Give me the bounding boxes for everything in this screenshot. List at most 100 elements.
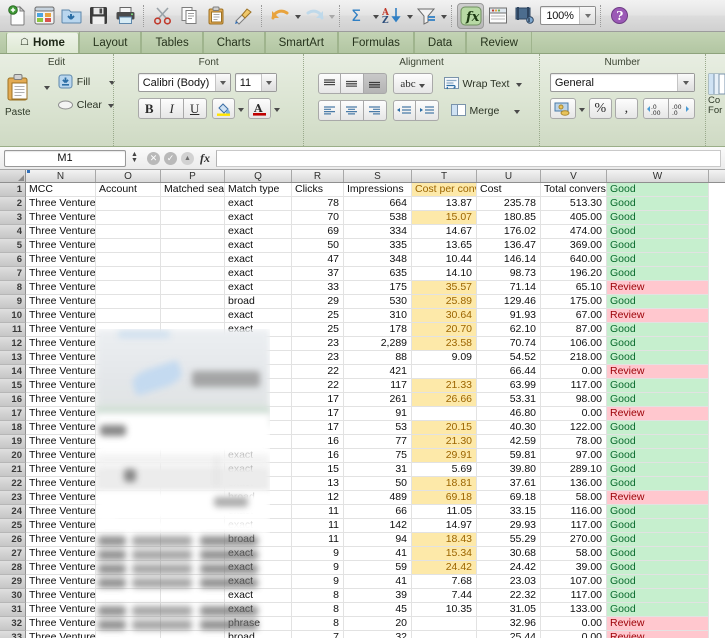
- cell-cost-per-conv[interactable]: 25.89: [412, 295, 477, 309]
- format-painter-icon[interactable]: [230, 3, 257, 29]
- wrap-text-button[interactable]: Wrap Text: [440, 74, 526, 93]
- cell-account[interactable]: [96, 253, 161, 267]
- row-header-7[interactable]: 7: [0, 267, 26, 281]
- cell-cost-per-conv[interactable]: 11.05: [412, 505, 477, 519]
- row-header-2[interactable]: 2: [0, 197, 26, 211]
- column-header-n[interactable]: N: [26, 170, 96, 182]
- cell-cost[interactable]: 42.59: [477, 435, 541, 449]
- cell-mcc[interactable]: Three Venture: [26, 463, 96, 477]
- cell-account[interactable]: [96, 295, 161, 309]
- cell-impressions[interactable]: 310: [344, 309, 412, 323]
- cell-cost-per-conv[interactable]: [412, 407, 477, 421]
- currency-dropdown-caret[interactable]: [578, 108, 585, 112]
- filter-dropdown-caret[interactable]: [441, 15, 447, 19]
- cell-total-conversions[interactable]: 513.30: [541, 197, 607, 211]
- open-icon[interactable]: [58, 3, 85, 29]
- cell-matched-search[interactable]: [161, 211, 225, 225]
- cell-total-conversions[interactable]: 78.00: [541, 435, 607, 449]
- cell-clicks[interactable]: 69: [292, 225, 344, 239]
- cell-status[interactable]: Good: [607, 225, 709, 239]
- cell-impressions[interactable]: 175: [344, 281, 412, 295]
- cell-impressions[interactable]: 421: [344, 365, 412, 379]
- row-header-26[interactable]: 26: [0, 533, 26, 547]
- collapse-icon[interactable]: ▲: [181, 151, 194, 165]
- font-name-input[interactable]: Calibri (Body): [137, 73, 231, 92]
- align-left-button[interactable]: [317, 100, 341, 121]
- cell-cost-per-conv[interactable]: 18.81: [412, 477, 477, 491]
- cell-clicks[interactable]: 9: [292, 575, 344, 589]
- tab-home[interactable]: ☖ Home: [6, 32, 79, 53]
- cell-cost-per-conv[interactable]: 26.66: [412, 393, 477, 407]
- cell-cost-per-conv[interactable]: [412, 617, 477, 631]
- cell-total-conversions[interactable]: 117.00: [541, 589, 607, 603]
- cell-status[interactable]: Good: [607, 337, 709, 351]
- cell-cost-per-conv[interactable]: 15.34: [412, 547, 477, 561]
- formula-input[interactable]: [216, 149, 721, 167]
- column-header-o[interactable]: O: [96, 170, 161, 182]
- align-right-button[interactable]: [363, 100, 387, 121]
- row-header-12[interactable]: 12: [0, 337, 26, 351]
- accept-icon[interactable]: ✓: [164, 151, 177, 165]
- cell-mcc[interactable]: Three Venture: [26, 197, 96, 211]
- cell-total-conversions[interactable]: 0.00: [541, 631, 607, 638]
- cell-cost[interactable]: 29.93: [477, 519, 541, 533]
- cell-cost[interactable]: 53.31: [477, 393, 541, 407]
- cell-impressions[interactable]: 31: [344, 463, 412, 477]
- column-header-cell-v[interactable]: Total conversi: [541, 183, 607, 197]
- cell-impressions[interactable]: 77: [344, 435, 412, 449]
- cell-cost-per-conv[interactable]: 15.07: [412, 211, 477, 225]
- fill-color-dropdown-caret[interactable]: [237, 108, 244, 112]
- cell-impressions[interactable]: 75: [344, 449, 412, 463]
- cell-cost-per-conv[interactable]: 10.44: [412, 253, 477, 267]
- cell-account[interactable]: [96, 239, 161, 253]
- row-header-29[interactable]: 29: [0, 575, 26, 589]
- cell-status[interactable]: Review: [607, 281, 709, 295]
- cell-clicks[interactable]: 13: [292, 477, 344, 491]
- cell-total-conversions[interactable]: 87.00: [541, 323, 607, 337]
- name-box-stepper[interactable]: ▲ ▼: [128, 150, 141, 167]
- cell-clicks[interactable]: 8: [292, 617, 344, 631]
- media-browser-icon[interactable]: [511, 3, 538, 29]
- cell-total-conversions[interactable]: 640.00: [541, 253, 607, 267]
- cell-status[interactable]: Good: [607, 589, 709, 603]
- cell-impressions[interactable]: 94: [344, 533, 412, 547]
- row-header-22[interactable]: 22: [0, 477, 26, 491]
- cell-cost-per-conv[interactable]: 13.65: [412, 239, 477, 253]
- cell-total-conversions[interactable]: 474.00: [541, 225, 607, 239]
- cell-cost-per-conv[interactable]: 21.33: [412, 379, 477, 393]
- autosum-icon[interactable]: Σ: [345, 3, 372, 29]
- fill-button[interactable]: Fill: [54, 72, 118, 91]
- cell-mcc[interactable]: Three Venture: [26, 337, 96, 351]
- cell-cost-per-conv[interactable]: 20.15: [412, 421, 477, 435]
- cell-impressions[interactable]: 538: [344, 211, 412, 225]
- cell-impressions[interactable]: 59: [344, 561, 412, 575]
- cell-impressions[interactable]: 2,289: [344, 337, 412, 351]
- cell-cost[interactable]: 176.02: [477, 225, 541, 239]
- orientation-dropdown-caret[interactable]: [418, 83, 425, 88]
- redo-dropdown-caret[interactable]: [329, 15, 335, 19]
- cell-mcc[interactable]: Three Venture: [26, 309, 96, 323]
- row-header-10[interactable]: 10: [0, 309, 26, 323]
- cell-mcc[interactable]: Three Venture: [26, 379, 96, 393]
- row-header-6[interactable]: 6: [0, 253, 26, 267]
- cell-match-type[interactable]: exact: [225, 253, 292, 267]
- row-header-9[interactable]: 9: [0, 295, 26, 309]
- cell-status[interactable]: Good: [607, 603, 709, 617]
- cell-total-conversions[interactable]: 122.00: [541, 421, 607, 435]
- cell-mcc[interactable]: Three Venture: [26, 365, 96, 379]
- cell-cost[interactable]: 136.47: [477, 239, 541, 253]
- select-all-corner[interactable]: [0, 170, 26, 182]
- cell-cost[interactable]: 54.52: [477, 351, 541, 365]
- bold-button[interactable]: B: [137, 98, 161, 119]
- font-size-dropdown-caret[interactable]: [260, 74, 276, 91]
- cell-mcc[interactable]: Three Venture: [26, 589, 96, 603]
- cell-impressions[interactable]: 530: [344, 295, 412, 309]
- row-header-8[interactable]: 8: [0, 281, 26, 295]
- cell-mcc[interactable]: Three Venture: [26, 631, 96, 638]
- decrease-decimal-button[interactable]: .00 .0: [668, 98, 695, 119]
- cell-clicks[interactable]: 47: [292, 253, 344, 267]
- column-header-cell-q[interactable]: Match type: [225, 183, 292, 197]
- row-header-18[interactable]: 18: [0, 421, 26, 435]
- column-header-cell-r[interactable]: Clicks: [292, 183, 344, 197]
- cell-account[interactable]: [96, 267, 161, 281]
